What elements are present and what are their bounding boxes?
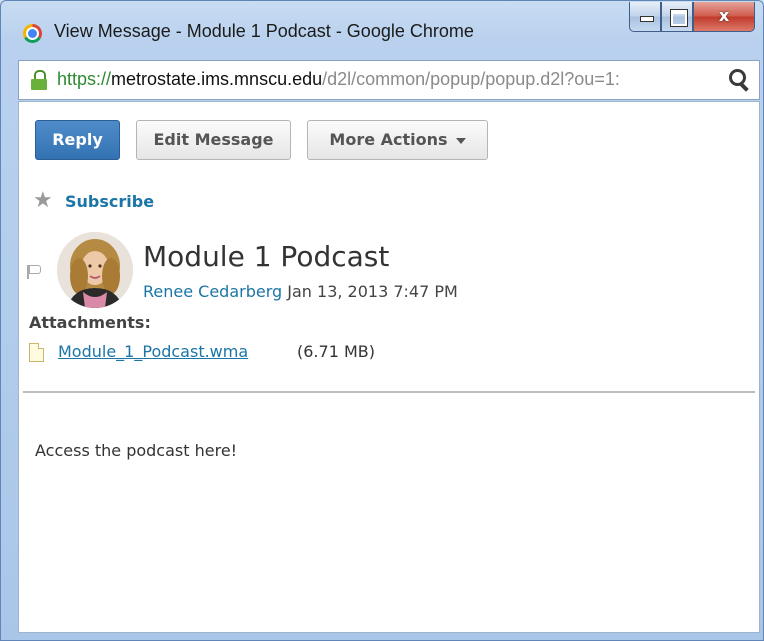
avatar-image [57, 232, 133, 308]
minimize-button[interactable] [629, 2, 661, 32]
close-icon: x [718, 6, 730, 25]
address-bar[interactable]: https://metrostate.ims.mnscu.edu/d2l/com… [18, 60, 760, 100]
search-icon[interactable] [727, 67, 751, 92]
url-scheme: https:// [57, 69, 112, 89]
chevron-down-icon [455, 137, 466, 144]
divider [23, 391, 755, 393]
attachment-size: (6.71 MB) [297, 342, 375, 361]
reply-button[interactable]: Reply [35, 120, 120, 160]
minimize-icon [640, 16, 654, 22]
lock-icon[interactable] [31, 70, 47, 90]
message-page: Reply Edit Message More Actions ★ Subscr… [18, 101, 760, 633]
window-title: View Message - Module 1 Podcast - Google… [54, 21, 474, 41]
attachment-link[interactable]: Module_1_Podcast.wma [58, 342, 248, 361]
author-link[interactable]: Renee Cedarberg [143, 282, 282, 301]
maximize-icon [670, 9, 688, 27]
chrome-logo-icon [23, 24, 42, 43]
file-icon [29, 343, 44, 362]
edit-message-button[interactable]: Edit Message [136, 120, 291, 160]
message-meta: Renee Cedarberg Jan 13, 2013 7:47 PM [143, 282, 458, 301]
window-controls: x [629, 2, 755, 36]
more-actions-label: More Actions [329, 130, 448, 149]
attachments-label: Attachments: [29, 313, 151, 332]
star-icon[interactable]: ★ [33, 190, 53, 212]
url-text[interactable]: https://metrostate.ims.mnscu.edu/d2l/com… [57, 69, 717, 90]
flag-icon[interactable] [27, 265, 41, 279]
message-body: Access the podcast here! [35, 441, 238, 460]
title-bar[interactable]: View Message - Module 1 Podcast - Google… [1, 1, 763, 51]
avatar [57, 232, 133, 308]
close-button[interactable]: x [693, 2, 755, 32]
more-actions-button[interactable]: More Actions [307, 120, 488, 160]
maximize-button[interactable] [661, 2, 693, 32]
subscribe-link[interactable]: Subscribe [65, 192, 154, 211]
browser-window: View Message - Module 1 Podcast - Google… [0, 0, 764, 641]
message-date: Jan 13, 2013 7:47 PM [287, 282, 458, 301]
url-path: /d2l/common/popup/popup.d2l?ou=1: [322, 69, 620, 89]
url-host: metrostate.ims.mnscu.edu [111, 69, 323, 89]
message-title: Module 1 Podcast [143, 240, 390, 273]
